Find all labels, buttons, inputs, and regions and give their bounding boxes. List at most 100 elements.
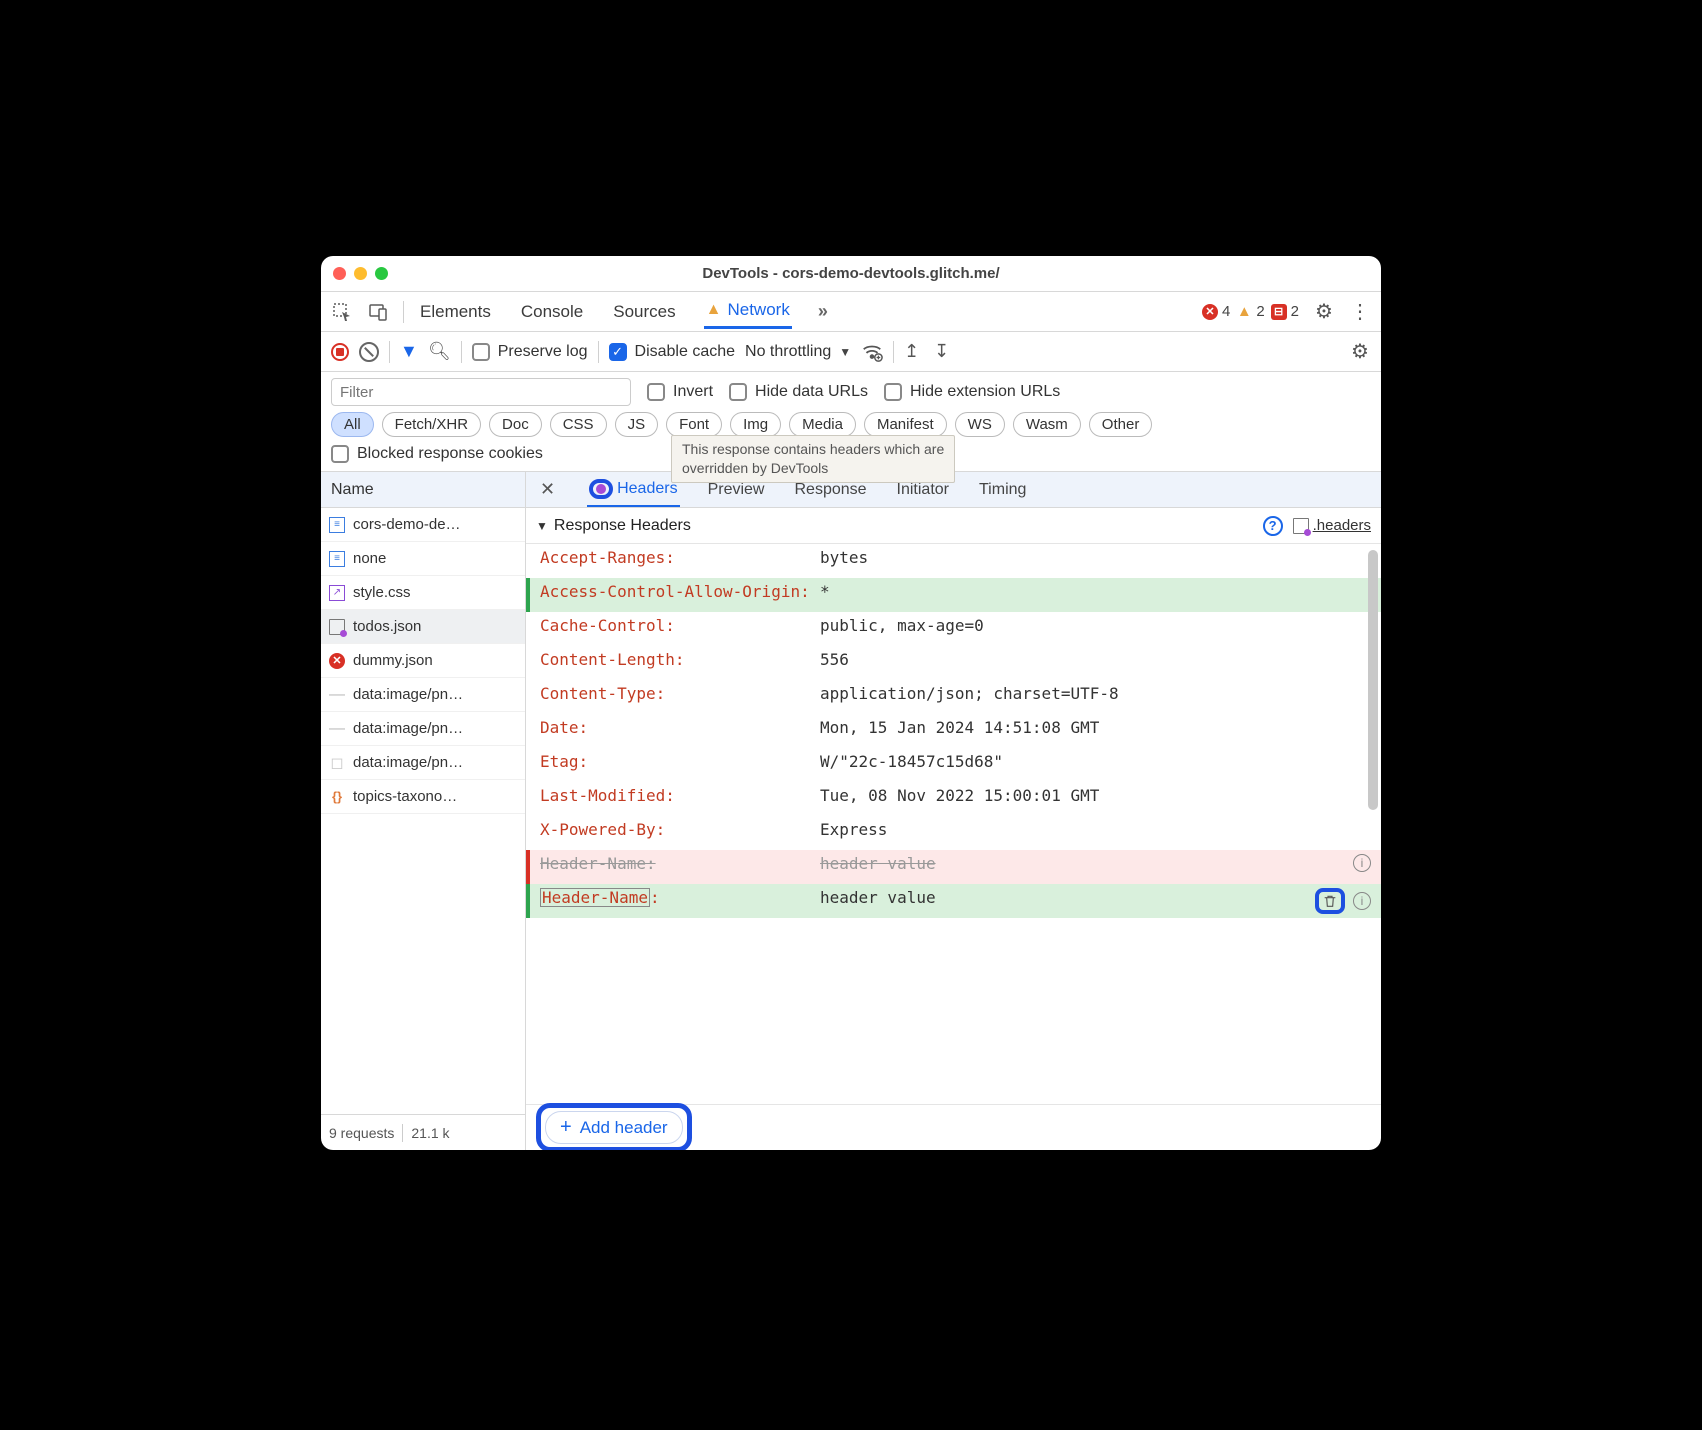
header-row[interactable]: Last-Modified:Tue, 08 Nov 2022 15:00:01 …: [526, 782, 1381, 816]
tab-headers[interactable]: Headers: [587, 473, 679, 507]
header-value: Mon, 15 Jan 2024 14:51:08 GMT: [820, 718, 1361, 737]
header-name: Header-Name:: [540, 854, 810, 873]
request-row[interactable]: ≡none: [321, 542, 525, 576]
request-row[interactable]: ◻data:image/pn…: [321, 746, 525, 780]
more-tabs-button[interactable]: »: [818, 301, 828, 322]
network-conditions-icon[interactable]: [861, 341, 883, 363]
request-row[interactable]: {}topics-taxono…: [321, 780, 525, 814]
search-icon[interactable]: 🔍︎: [428, 341, 451, 362]
image-icon: —: [329, 721, 345, 737]
filter-toggle-icon[interactable]: ▼: [400, 341, 418, 362]
header-row[interactable]: Header-Name:header valuei: [526, 850, 1381, 884]
request-list: ≡cors-demo-de…≡none ↗ style.css todos.json ✕…: [321, 508, 525, 1114]
tab-network-label: Network: [727, 300, 789, 320]
overrides-file-link[interactable]: .headers: [1293, 517, 1371, 534]
name-column-header[interactable]: Name: [321, 472, 525, 508]
header-row[interactable]: Date:Mon, 15 Jan 2024 14:51:08 GMT: [526, 714, 1381, 748]
filter-wasm[interactable]: Wasm: [1013, 412, 1081, 437]
add-header-button[interactable]: + Add header: [545, 1111, 683, 1144]
filter-media[interactable]: Media: [789, 412, 856, 437]
filter-css[interactable]: CSS: [550, 412, 607, 437]
extra-filters-row: Blocked response cookies arty requests T…: [321, 443, 1381, 471]
header-row[interactable]: Accept-Ranges:bytes: [526, 544, 1381, 578]
maximize-window-button[interactable]: [375, 267, 388, 280]
blocked-cookies-checkbox[interactable]: Blocked response cookies: [331, 445, 543, 463]
filter-img[interactable]: Img: [730, 412, 781, 437]
header-row[interactable]: Cache-Control:public, max-age=0: [526, 612, 1381, 646]
preserve-log-checkbox[interactable]: Preserve log: [472, 343, 588, 361]
window-controls: [333, 267, 388, 280]
header-name: Access-Control-Allow-Origin:: [540, 582, 810, 601]
close-window-button[interactable]: [333, 267, 346, 280]
issues-badge[interactable]: ⊟2: [1271, 303, 1299, 320]
inspect-icon[interactable]: [331, 301, 353, 323]
header-name: Last-Modified:: [540, 786, 810, 805]
filter-row: Invert Hide data URLs Hide extension URL…: [321, 372, 1381, 408]
clear-button[interactable]: [359, 342, 379, 362]
tab-elements[interactable]: Elements: [418, 296, 493, 328]
minimize-window-button[interactable]: [354, 267, 367, 280]
header-row[interactable]: Access-Control-Allow-Origin:*: [526, 578, 1381, 612]
document-icon: ≡: [329, 551, 345, 567]
filter-font[interactable]: Font: [666, 412, 722, 437]
request-row[interactable]: ↗ style.css: [321, 576, 525, 610]
request-name: todos.json: [353, 618, 421, 635]
filter-manifest[interactable]: Manifest: [864, 412, 947, 437]
filter-ws[interactable]: WS: [955, 412, 1005, 437]
section-title: Response Headers: [554, 517, 691, 535]
warnings-badge[interactable]: ▲2: [1236, 303, 1264, 320]
warning-icon: ▲: [1236, 304, 1252, 320]
filter-other[interactable]: Other: [1089, 412, 1153, 437]
request-row[interactable]: ✕dummy.json: [321, 644, 525, 678]
filter-fetch[interactable]: Fetch/XHR: [382, 412, 481, 437]
filter-input[interactable]: [331, 378, 631, 406]
settings-icon[interactable]: ⚙: [1313, 301, 1335, 323]
trash-icon[interactable]: [1321, 892, 1339, 910]
row-actions: i: [1315, 888, 1371, 914]
stylesheet-icon: ↗: [329, 585, 345, 601]
tab-console[interactable]: Console: [519, 296, 585, 328]
hide-extension-urls-checkbox[interactable]: Hide extension URLs: [884, 383, 1060, 401]
delete-highlight: [1315, 888, 1345, 914]
header-value: 556: [820, 650, 1361, 669]
tab-timing[interactable]: Timing: [977, 475, 1028, 505]
header-name[interactable]: Header-Name:: [540, 888, 810, 907]
errors-badge[interactable]: ✕4: [1202, 303, 1230, 320]
header-row[interactable]: X-Powered-By:Express: [526, 816, 1381, 850]
request-row[interactable]: —data:image/pn…: [321, 712, 525, 746]
response-headers-section[interactable]: ▼ Response Headers ? .headers: [526, 508, 1381, 544]
network-settings-icon[interactable]: ⚙: [1349, 341, 1371, 363]
header-row[interactable]: Content-Type:application/json; charset=U…: [526, 680, 1381, 714]
import-har-icon[interactable]: ↥: [904, 341, 924, 362]
help-icon[interactable]: ?: [1263, 516, 1283, 536]
disable-cache-checkbox[interactable]: ✓ Disable cache: [609, 343, 736, 361]
request-name: style.css: [353, 584, 411, 601]
filter-js[interactable]: JS: [615, 412, 659, 437]
device-toolbar-icon[interactable]: [367, 301, 389, 323]
header-row[interactable]: Etag:W/"22c-18457c15d68": [526, 748, 1381, 782]
request-row[interactable]: —data:image/pn…: [321, 678, 525, 712]
request-name: data:image/pn…: [353, 754, 463, 771]
request-row[interactable]: todos.json: [321, 610, 525, 644]
content-area: Name ≡cors-demo-de…≡none ↗ style.css todos.…: [321, 471, 1381, 1150]
error-icon: ✕: [1202, 304, 1218, 320]
export-har-icon[interactable]: ↧: [934, 341, 954, 362]
hide-data-urls-checkbox[interactable]: Hide data URLs: [729, 383, 868, 401]
filter-doc[interactable]: Doc: [489, 412, 542, 437]
tab-network[interactable]: ▲ Network: [704, 294, 792, 329]
more-menu-icon[interactable]: ⋮: [1349, 301, 1371, 323]
panel-tabs: Elements Console Sources ▲ Network »: [418, 294, 828, 329]
tab-sources[interactable]: Sources: [611, 296, 677, 328]
header-row[interactable]: Content-Length:556: [526, 646, 1381, 680]
throttling-select[interactable]: No throttling ▼: [745, 343, 851, 361]
record-button[interactable]: [331, 343, 349, 361]
filter-all[interactable]: All: [331, 412, 374, 437]
close-details-button[interactable]: ✕: [534, 479, 561, 500]
request-row[interactable]: ≡cors-demo-de…: [321, 508, 525, 542]
scrollbar[interactable]: [1368, 550, 1378, 1098]
override-file-icon: [329, 619, 345, 635]
header-row[interactable]: Header-Name: header value i: [526, 884, 1381, 918]
invert-checkbox[interactable]: Invert: [647, 383, 713, 401]
checkbox-checked-icon: ✓: [609, 343, 627, 361]
header-value[interactable]: header value: [820, 888, 1305, 907]
